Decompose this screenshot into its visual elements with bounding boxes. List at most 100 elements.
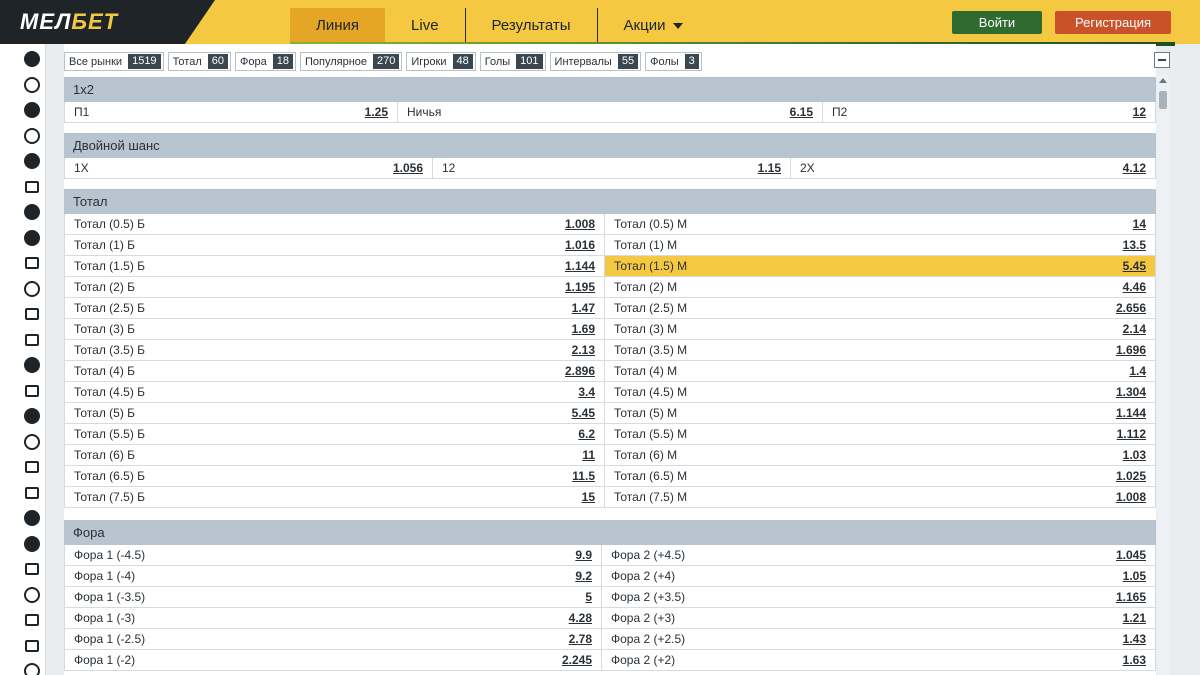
badminton-icon[interactable] xyxy=(23,254,41,272)
odd-cell-p1[interactable]: П1 1.25 xyxy=(65,102,398,122)
rugby-ball-icon[interactable] xyxy=(23,229,41,247)
scrollbar-thumb[interactable] xyxy=(1159,91,1167,109)
baseball-icon[interactable] xyxy=(23,280,41,298)
nav-item-results[interactable]: Результаты xyxy=(464,8,597,42)
odd-value: 1.025 xyxy=(1115,469,1146,483)
odd-cell[interactable]: Тотал (5) М 1.144 xyxy=(605,403,1156,423)
filter-chip[interactable]: Тотал 60 xyxy=(167,52,231,71)
odd-cell[interactable]: Фора 1 (-2.5) 2.78 xyxy=(65,629,602,649)
american-football-icon[interactable] xyxy=(23,407,41,425)
market-title[interactable]: Двойной шанс xyxy=(64,133,1156,158)
odd-cell[interactable]: Фора 2 (+2) 1.63 xyxy=(602,650,1156,670)
odd-cell[interactable]: Фора 1 (-2) 2.245 xyxy=(65,650,602,670)
motorsport-icon[interactable] xyxy=(23,356,41,374)
pacman-icon[interactable] xyxy=(23,203,41,221)
nav-item-promotions[interactable]: Акции xyxy=(596,8,710,42)
filter-chip[interactable]: Все рынки 1519 xyxy=(64,52,164,71)
scroll-up-icon[interactable] xyxy=(1159,78,1167,83)
tv-icon[interactable] xyxy=(23,637,41,655)
bet-label: Тотал (2) Б xyxy=(74,280,136,294)
odd-cell-draw[interactable]: Ничья 6.15 xyxy=(398,102,823,122)
odd-cell-2x[interactable]: 2X 4.12 xyxy=(791,158,1156,178)
odd-cell[interactable]: Тотал (3.5) Б 2.13 xyxy=(65,340,605,360)
basketball-icon[interactable] xyxy=(23,76,41,94)
odd-cell[interactable]: Фора 2 (+2.5) 1.43 xyxy=(602,629,1156,649)
odd-cell[interactable]: Тотал (0.5) М 14 xyxy=(605,214,1156,234)
odd-cell[interactable]: Тотал (4.5) Б 3.4 xyxy=(65,382,605,402)
market-title[interactable]: 1x2 xyxy=(64,77,1156,102)
odd-cell[interactable]: Тотал (3) Б 1.69 xyxy=(65,319,605,339)
odd-cell[interactable]: Тотал (2.5) Б 1.47 xyxy=(65,298,605,318)
odd-cell[interactable]: Тотал (4.5) М 1.304 xyxy=(605,382,1156,402)
filter-label: Фора xyxy=(240,55,267,68)
odd-cell[interactable]: Тотал (6) Б 11 xyxy=(65,445,605,465)
odd-cell[interactable]: Фора 1 (-3) 4.28 xyxy=(65,608,602,628)
australian-football-icon[interactable] xyxy=(23,433,41,451)
odd-cell[interactable]: Тотал (0.5) Б 1.008 xyxy=(65,214,605,234)
odd-cell[interactable]: Фора 2 (+3) 1.21 xyxy=(602,608,1156,628)
golf-icon[interactable] xyxy=(23,178,41,196)
boxing-icon[interactable] xyxy=(23,484,41,502)
market-title[interactable]: Фора xyxy=(64,520,1156,545)
field-hockey-icon[interactable] xyxy=(23,560,41,578)
odd-cell[interactable]: Тотал (1) Б 1.016 xyxy=(65,235,605,255)
filter-chip[interactable]: Игроки 48 xyxy=(406,52,476,71)
market-title[interactable]: Тотал xyxy=(64,189,1156,214)
odd-cell[interactable]: Тотал (6) М 1.03 xyxy=(605,445,1156,465)
filter-chip[interactable]: Фолы 3 xyxy=(645,52,702,71)
odd-cell[interactable]: Тотал (2) Б 1.195 xyxy=(65,277,605,297)
odd-cell[interactable]: Фора 2 (+3.5) 1.165 xyxy=(602,587,1156,607)
nav-item-line[interactable]: Линия xyxy=(290,8,386,42)
filter-chip[interactable]: Популярное 270 xyxy=(299,52,403,71)
nav-item-live[interactable]: Live xyxy=(385,8,465,42)
vertical-scrollbar[interactable] xyxy=(1157,75,1169,675)
odd-cell[interactable]: Тотал (5.5) М 1.112 xyxy=(605,424,1156,444)
tennis-icon[interactable] xyxy=(23,50,41,68)
odd-cell[interactable]: Тотал (1.5) М 5.45 xyxy=(605,256,1156,276)
hockey-puck-icon[interactable] xyxy=(23,101,41,119)
table-row: Тотал (5) Б 5.45 Тотал (5) М 1.144 xyxy=(64,403,1156,424)
chess-icon[interactable] xyxy=(23,458,41,476)
odd-cell-1x[interactable]: 1X 1.056 xyxy=(65,158,433,178)
odd-cell[interactable]: Тотал (5.5) Б 6.2 xyxy=(65,424,605,444)
odd-cell[interactable]: Фора 1 (-4) 9.2 xyxy=(65,566,602,586)
odd-cell[interactable]: Тотал (4) Б 2.896 xyxy=(65,361,605,381)
odd-cell-12[interactable]: 12 1.15 xyxy=(433,158,791,178)
odd-cell[interactable]: Тотал (4) М 1.4 xyxy=(605,361,1156,381)
billiards-icon[interactable] xyxy=(23,305,41,323)
target-icon[interactable] xyxy=(23,662,41,675)
odd-cell[interactable]: Фора 1 (-3.5) 5 xyxy=(65,587,602,607)
filter-chip[interactable]: Фора 18 xyxy=(235,52,296,71)
filter-chip[interactable]: Голы 101 xyxy=(479,52,546,71)
odd-cell[interactable]: Тотал (3.5) М 1.696 xyxy=(605,340,1156,360)
wheel-icon[interactable] xyxy=(23,586,41,604)
odd-cell[interactable]: Тотал (2.5) М 2.656 xyxy=(605,298,1156,318)
collapse-all-button[interactable] xyxy=(1154,52,1170,68)
odd-cell[interactable]: Фора 2 (+4) 1.05 xyxy=(602,566,1156,586)
horse-racing-icon[interactable] xyxy=(23,331,41,349)
odd-cell[interactable]: Тотал (2) М 4.46 xyxy=(605,277,1156,297)
volleyball-icon[interactable] xyxy=(23,127,41,145)
odd-cell[interactable]: Тотал (7.5) М 1.008 xyxy=(605,487,1156,507)
login-button[interactable]: Войти xyxy=(952,11,1042,34)
market-double-chance: Двойной шанс 1X 1.056 12 1.15 2X 4.12 xyxy=(64,133,1156,179)
odd-cell[interactable]: Тотал (6.5) Б 11.5 xyxy=(65,466,605,486)
stadium-icon[interactable] xyxy=(23,382,41,400)
odd-cell[interactable]: Фора 1 (-4.5) 9.9 xyxy=(65,545,602,565)
odd-cell[interactable]: Тотал (3) М 2.14 xyxy=(605,319,1156,339)
bet-label: Тотал (7.5) М xyxy=(614,490,688,504)
odd-cell[interactable]: Фора 2 (+4.5) 1.045 xyxy=(602,545,1156,565)
helmet-icon[interactable] xyxy=(23,535,41,553)
snooker-ball-icon[interactable] xyxy=(23,509,41,527)
melbet-logo[interactable]: МЕЛБЕТ xyxy=(20,9,118,35)
odd-cell-p2[interactable]: П2 12 xyxy=(823,102,1156,122)
odd-cell[interactable]: Тотал (7.5) Б 15 xyxy=(65,487,605,507)
darts-board-icon[interactable] xyxy=(23,611,41,629)
odd-cell[interactable]: Тотал (6.5) М 1.025 xyxy=(605,466,1156,486)
odd-cell[interactable]: Тотал (1) М 13.5 xyxy=(605,235,1156,255)
odd-cell[interactable]: Тотал (1.5) Б 1.144 xyxy=(65,256,605,276)
table-tennis-icon[interactable] xyxy=(23,152,41,170)
odd-cell[interactable]: Тотал (5) Б 5.45 xyxy=(65,403,605,423)
filter-chip[interactable]: Интервалы 55 xyxy=(549,52,642,71)
register-button[interactable]: Регистрация xyxy=(1055,11,1171,34)
